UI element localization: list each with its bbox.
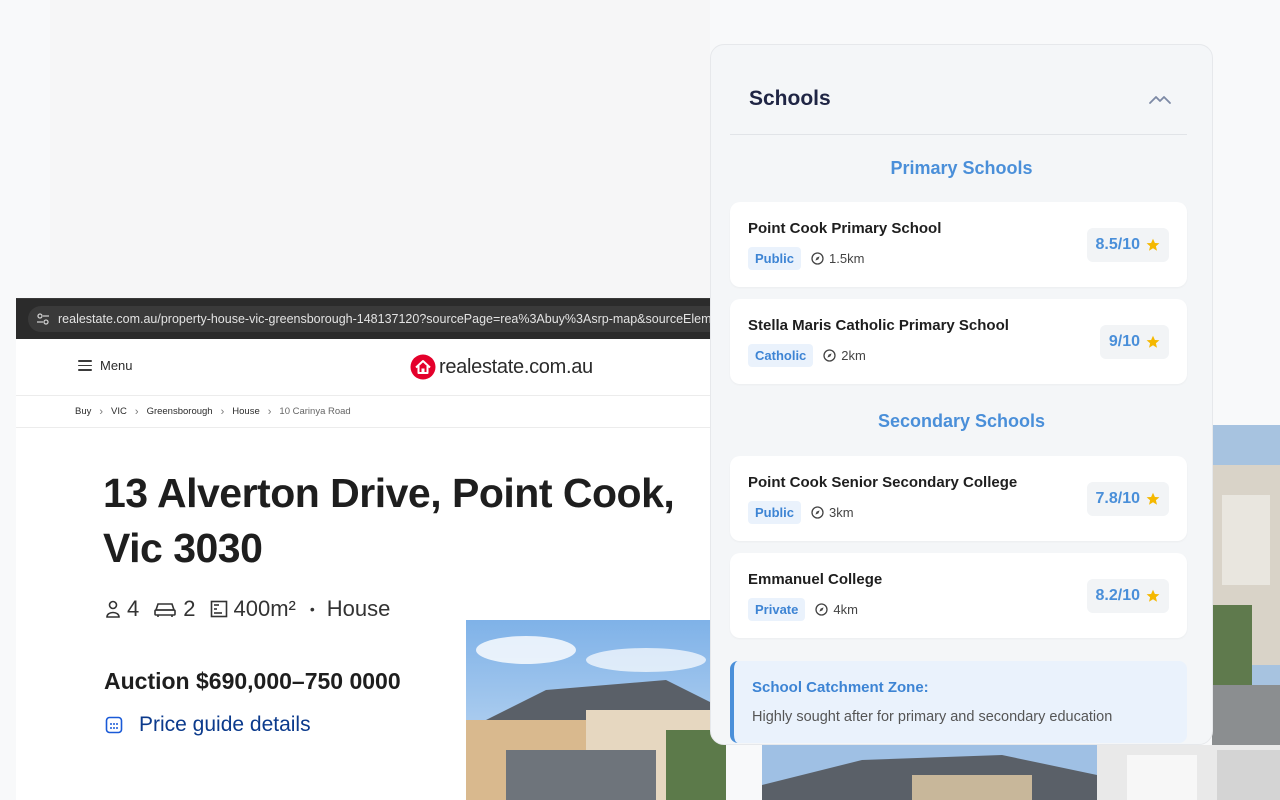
- property-photo-bottom[interactable]: [762, 745, 1097, 800]
- breadcrumb-item-greensborough[interactable]: Greensborough: [147, 406, 213, 417]
- url-text[interactable]: realestate.com.au/property-house-vic-gre…: [58, 312, 716, 326]
- property-photo-main[interactable]: [466, 620, 726, 800]
- distance: 3km: [811, 505, 854, 520]
- land-size-feature: 400m²: [210, 596, 296, 622]
- star-icon: [1146, 589, 1160, 602]
- property-photo-side[interactable]: [1212, 425, 1280, 745]
- menu-button[interactable]: Menu: [78, 358, 133, 373]
- bedrooms-feature: 4: [105, 596, 139, 622]
- feature-separator: •: [309, 601, 315, 617]
- breadcrumb-item-buy[interactable]: Buy: [75, 406, 91, 417]
- compass-icon: [823, 349, 836, 362]
- school-rating: 7.8/10: [1086, 482, 1169, 516]
- hamburger-icon: [78, 360, 92, 371]
- background-area: [50, 0, 710, 298]
- school-name: Point Cook Senior Secondary College: [748, 474, 1018, 491]
- school-type-badge: Public: [748, 247, 802, 270]
- land-size-value: 400m²: [233, 596, 296, 621]
- rating-value: 9/10: [1108, 333, 1140, 350]
- price-guide-link[interactable]: Price guide details: [105, 713, 311, 737]
- distance: 2km: [823, 348, 866, 363]
- logo-text: realestate.com.au: [439, 355, 593, 378]
- land-size-icon: [210, 600, 227, 618]
- school-card[interactable]: Point Cook Senior Secondary College Publ…: [730, 456, 1187, 541]
- school-name: Point Cook Primary School: [748, 220, 942, 237]
- star-icon: [1146, 492, 1160, 505]
- star-icon: [1146, 238, 1160, 251]
- school-rating: 8.5/10: [1086, 228, 1169, 262]
- car-icon: [154, 603, 177, 617]
- school-type-badge: Private: [748, 598, 806, 621]
- rating-value: 8.5/10: [1095, 236, 1140, 253]
- divider: [730, 134, 1187, 135]
- auction-price: Auction $690,000–750 0000: [104, 668, 401, 694]
- rating-value: 8.2/10: [1095, 587, 1140, 604]
- menu-label: Menu: [100, 358, 133, 373]
- distance: 1.5km: [811, 251, 864, 266]
- calculator-icon: [105, 716, 123, 734]
- breadcrumb: Buy › VIC › Greensborough › House › 10 C…: [16, 396, 716, 428]
- site-logo[interactable]: realestate.com.au: [410, 354, 593, 380]
- chevron-right-icon: ›: [134, 405, 139, 418]
- distance-value: 2km: [841, 348, 866, 363]
- price-guide-label: Price guide details: [139, 713, 311, 736]
- chevron-right-icon: ›: [220, 405, 225, 418]
- star-icon: [1146, 335, 1160, 348]
- compass-icon: [811, 252, 824, 265]
- breadcrumb-item-current: 10 Carinya Road: [279, 406, 351, 417]
- house-logo-icon: [410, 354, 436, 380]
- property-type: House: [326, 596, 391, 621]
- catchment-title: School Catchment Zone:: [752, 679, 929, 696]
- chevron-up-icon: [1149, 96, 1171, 104]
- property-photo-interior[interactable]: [1097, 745, 1280, 800]
- school-name: Stella Maris Catholic Primary School: [748, 317, 1009, 334]
- bed-person-icon: [106, 600, 120, 618]
- bedrooms-count: 4: [127, 596, 140, 621]
- breadcrumb-item-house[interactable]: House: [232, 406, 259, 417]
- distance: 4km: [815, 602, 858, 617]
- primary-schools-heading: Primary Schools: [890, 158, 1033, 178]
- school-card[interactable]: Emmanuel College Private 4km 8.2/10: [730, 553, 1187, 638]
- distance-value: 1.5km: [829, 251, 865, 266]
- rating-value: 7.8/10: [1095, 490, 1140, 507]
- schools-panel-header: Schools: [711, 45, 1212, 136]
- school-type-badge: Catholic: [748, 344, 814, 367]
- carspaces-count: 2: [183, 596, 196, 621]
- school-name: Emmanuel College: [748, 571, 883, 588]
- secondary-schools-heading: Secondary Schools: [877, 411, 1046, 431]
- breadcrumb-item-vic[interactable]: VIC: [111, 406, 127, 417]
- school-type-badge: Public: [748, 501, 802, 524]
- school-card[interactable]: Point Cook Primary School Public 1.5km 8…: [730, 202, 1187, 287]
- property-address: 13 Alverton Drive, Point Cook, Vic 3030: [103, 470, 675, 571]
- school-rating: 8.2/10: [1086, 579, 1169, 613]
- property-features: 4 2 400m² • House: [105, 596, 390, 622]
- school-card[interactable]: Stella Maris Catholic Primary School Cat…: [730, 299, 1187, 384]
- schools-panel: Schools Primary Schools Point Cook Prima…: [710, 44, 1213, 745]
- catchment-zone-callout: School Catchment Zone: Highly sought aft…: [730, 661, 1187, 743]
- compass-icon: [811, 506, 824, 519]
- address-bar[interactable]: realestate.com.au/property-house-vic-gre…: [16, 298, 716, 339]
- chevron-right-icon: ›: [99, 405, 104, 418]
- compass-icon: [815, 603, 829, 616]
- school-rating: 9/10: [1099, 325, 1169, 359]
- chevron-right-icon: ›: [267, 405, 272, 418]
- site-info-icon[interactable]: [36, 311, 50, 327]
- collapse-button[interactable]: [1147, 90, 1173, 108]
- distance-value: 4km: [833, 602, 858, 617]
- catchment-text: Highly sought after for primary and seco…: [752, 709, 1113, 725]
- site-header: Menu realestate.com.au: [16, 339, 716, 396]
- carspaces-feature: 2: [153, 596, 196, 622]
- schools-title: Schools: [749, 87, 831, 110]
- distance-value: 3km: [829, 505, 854, 520]
